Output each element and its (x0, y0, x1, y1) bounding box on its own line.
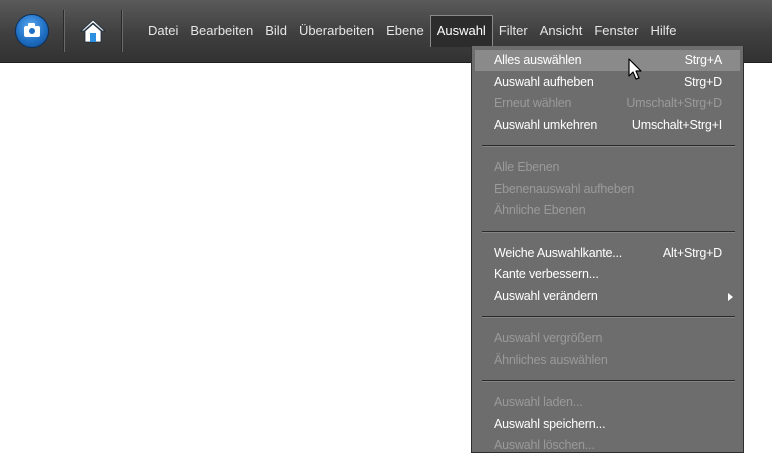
menu-item-auswahl-laden: Auswahl laden... (475, 392, 740, 413)
menu-items: Datei Bearbeiten Bild Überarbeiten Ebene Ausw… (142, 14, 682, 47)
menu-item-label: Auswahl laden... (494, 395, 583, 409)
menu-item-shortcut: Strg+A (684, 53, 723, 67)
menu-item-shortcut: Strg+D (683, 74, 722, 89)
menu-ansicht[interactable]: Ansicht (534, 15, 589, 46)
menu-fenster[interactable]: Fenster (588, 15, 644, 46)
menu-item-label: Ähnliche Ebenen (494, 203, 586, 217)
menu-separator (482, 316, 735, 317)
menu-bild[interactable]: Bild (259, 15, 293, 46)
menu-item-kante-verbessern[interactable]: Kante verbessern... (475, 264, 740, 285)
menu-filter[interactable]: Filter (493, 15, 534, 46)
auswahl-dropdown-menu: Alles auswählen Strg+A Auswahl aufheben Str… (471, 46, 744, 453)
menu-item-shortcut: Umschalt+Strg+I (631, 117, 722, 132)
menu-item-ähnliches-auswählen: Ähnliches auswählen (475, 350, 740, 371)
menu-item-ebenenauswahl-aufheben: Ebenenauswahl aufheben (475, 179, 740, 200)
toolbar-divider (121, 10, 122, 52)
menu-item-label: Ähnliches auswählen (494, 352, 608, 367)
menu-item-label: Erneut wählen (494, 96, 572, 110)
menu-item-label: Alles auswählen (494, 53, 582, 67)
menu-item-label: Weiche Auswahlkante... (494, 245, 623, 260)
menu-item-label: Auswahl vergrößern (494, 331, 603, 345)
menu-item-erneut-wählen: Erneut wählen Umschalt+Strg+D (475, 93, 740, 114)
menu-separator (482, 230, 735, 232)
menu-item-shortcut: Alt+Strg+D (662, 245, 722, 260)
home-icon[interactable] (79, 17, 107, 45)
toolbar-divider (63, 10, 64, 52)
menu-item-label: Alle Ebenen (494, 160, 560, 174)
menu-separator (482, 145, 735, 146)
menu-item-label: Kante verbessern... (494, 267, 599, 281)
menu-item-alle-ebenen: Alle Ebenen (475, 157, 740, 178)
menu-item-auswahl-umkehren[interactable]: Auswahl umkehren Umschalt+Strg+I (475, 115, 740, 136)
menu-item-weiche-auswahlkante[interactable]: Weiche Auswahlkante... Alt+Strg+D (475, 243, 740, 264)
camera-icon[interactable] (15, 14, 49, 48)
menu-datei[interactable]: Datei (142, 15, 184, 46)
menu-ebene[interactable]: Ebene (380, 15, 430, 46)
mouse-cursor-icon (628, 58, 642, 80)
menu-überarbeiten[interactable]: Überarbeiten (293, 15, 380, 46)
menu-item-auswahl-vergrößern: Auswahl vergrößern (475, 328, 740, 349)
menu-auswahl[interactable]: Auswahl (429, 14, 493, 47)
menu-item-alles-auswählen[interactable]: Alles auswählen Strg+A (475, 50, 740, 71)
menu-item-auswahl-verändern[interactable]: Auswahl verändern (475, 286, 740, 307)
menu-item-label: Auswahl umkehren (494, 117, 598, 132)
menu-item-shortcut: Umschalt+Strg+D (626, 96, 722, 110)
submenu-arrow-icon (728, 292, 733, 301)
menu-item-auswahl-aufheben[interactable]: Auswahl aufheben Strg+D (475, 72, 740, 93)
menu-separator (482, 380, 735, 381)
menu-item-label: Auswahl speichern... (494, 416, 606, 431)
menu-item-ähnliche-ebenen: Ähnliche Ebenen (475, 200, 740, 221)
menu-item-label: Auswahl aufheben (494, 74, 594, 89)
menu-item-label: Auswahl verändern (494, 288, 598, 303)
menu-hilfe[interactable]: Hilfe (644, 15, 682, 46)
menu-bearbeiten[interactable]: Bearbeiten (184, 15, 259, 46)
menu-item-auswahl-speichern[interactable]: Auswahl speichern... (475, 414, 740, 435)
menu-item-label: Auswahl löschen... (494, 438, 595, 452)
menu-item-label: Ebenenauswahl aufheben (494, 181, 635, 196)
